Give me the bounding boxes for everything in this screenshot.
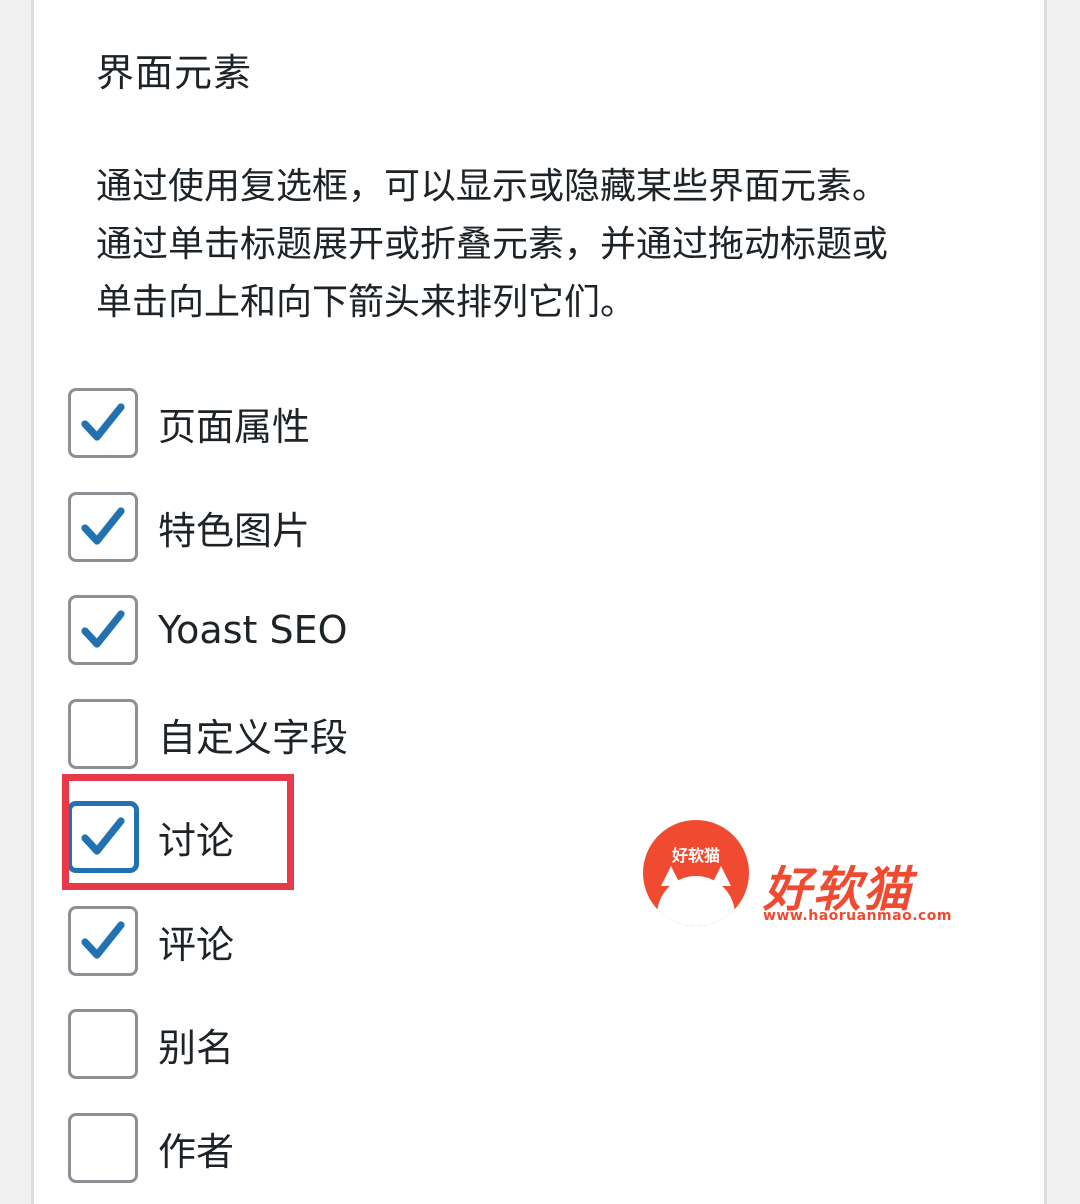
option-author[interactable]: 作者 [68, 1110, 234, 1186]
option-label: 评论 [158, 922, 235, 967]
option-label: 自定义字段 [158, 715, 349, 760]
option-slug[interactable]: 别名 [68, 1006, 234, 1082]
checkmark-icon [81, 921, 125, 959]
page-attributes-checkbox[interactable] [68, 388, 138, 458]
custom-fields-checkbox[interactable] [68, 699, 138, 769]
option-yoast-seo[interactable]: Yoast SEO [68, 592, 348, 668]
description-line: 通过单击标题展开或折叠元素，并通过拖动标题或 [96, 224, 889, 265]
option-label: Yoast SEO [158, 608, 348, 652]
watermark: 好软猫 好软猫 www.haoruanmao.com [643, 820, 953, 930]
option-label: 页面属性 [158, 404, 311, 449]
description-line: 单击向上和向下箭头来排列它们。 [96, 282, 637, 323]
slug-checkbox[interactable] [68, 1009, 138, 1079]
option-page-attributes[interactable]: 页面属性 [68, 385, 310, 461]
section-title: 界面元素 [96, 51, 253, 95]
highlight-annotation-box [62, 774, 294, 890]
option-label: 作者 [158, 1129, 235, 1174]
author-checkbox[interactable] [68, 1113, 138, 1183]
watermark-url: www.haoruanmao.com [763, 908, 953, 924]
featured-image-checkbox[interactable] [68, 492, 138, 562]
yoast-seo-checkbox[interactable] [68, 595, 138, 665]
watermark-cat-logo-icon: 好软猫 [643, 820, 749, 926]
option-custom-fields[interactable]: 自定义字段 [68, 696, 348, 772]
checkmark-icon [81, 610, 125, 648]
checkmark-icon [81, 507, 125, 545]
description-line: 通过使用复选框，可以显示或隐藏某些界面元素。 [96, 166, 889, 207]
watermark-logo-text: 好软猫 [671, 846, 720, 865]
section-description: 通过使用复选框，可以显示或隐藏某些界面元素。 通过单击标题展开或折叠元素，并通过… [96, 158, 996, 332]
option-comments[interactable]: 评论 [68, 903, 234, 979]
option-label: 特色图片 [158, 508, 311, 553]
comments-checkbox[interactable] [68, 906, 138, 976]
checkmark-icon [81, 403, 125, 441]
option-featured-image[interactable]: 特色图片 [68, 489, 310, 565]
option-label: 别名 [158, 1025, 235, 1070]
